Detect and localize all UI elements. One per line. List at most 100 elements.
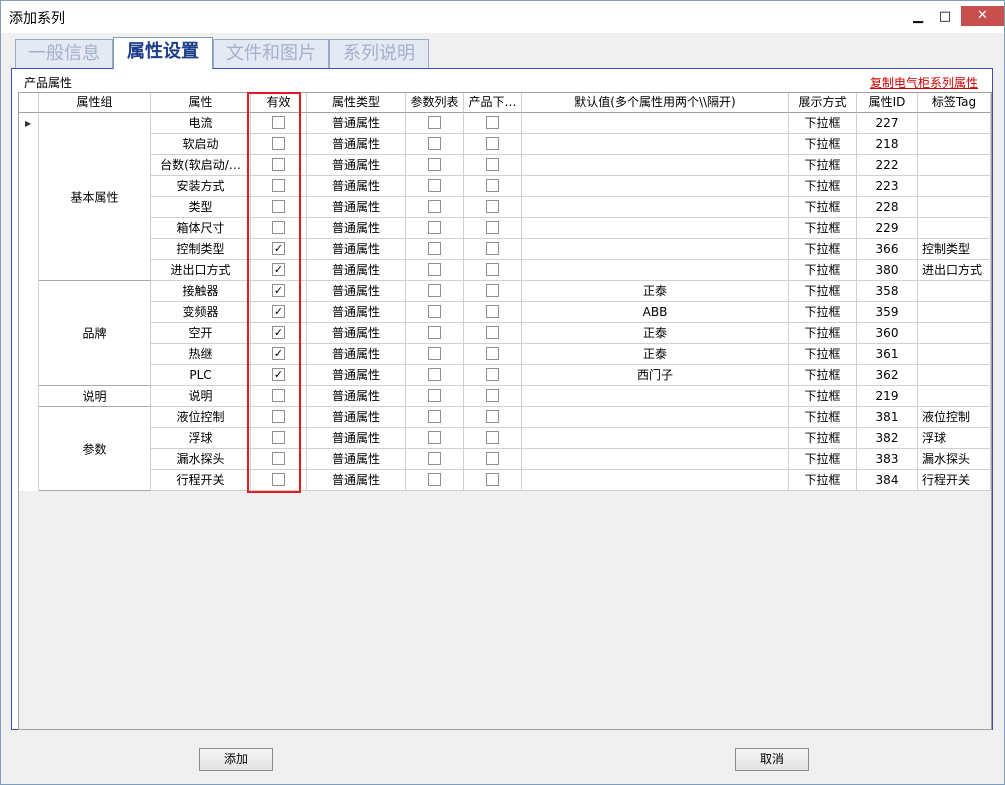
attribute-type-cell[interactable]: 普通属性 <box>307 449 406 470</box>
table-row[interactable]: 台数(软启动/…普通属性下拉框222 <box>19 155 991 176</box>
default-value-cell[interactable]: 正泰 <box>522 281 789 302</box>
default-value-cell[interactable]: 正泰 <box>522 344 789 365</box>
display-mode-cell[interactable]: 下拉框 <box>789 176 857 197</box>
tag-cell[interactable] <box>918 365 991 386</box>
attribute-id-cell[interactable]: 362 <box>857 365 918 386</box>
table-row[interactable]: 控制类型✓普通属性下拉框366控制类型 <box>19 239 991 260</box>
tag-cell[interactable] <box>918 302 991 323</box>
product-checkbox[interactable] <box>486 431 499 444</box>
tag-cell[interactable] <box>918 134 991 155</box>
header-attribute-type[interactable]: 属性类型 <box>307 93 406 113</box>
attribute-type-cell[interactable]: 普通属性 <box>307 239 406 260</box>
product-checkbox[interactable] <box>486 347 499 360</box>
attribute-id-cell[interactable]: 360 <box>857 323 918 344</box>
tag-cell[interactable]: 行程开关 <box>918 470 991 491</box>
product-checkbox[interactable] <box>486 116 499 129</box>
product-checkbox[interactable] <box>486 368 499 381</box>
param-list-checkbox[interactable] <box>428 263 441 276</box>
tab-series-description[interactable]: 系列说明 <box>329 39 429 68</box>
table-row[interactable]: 漏水探头普通属性下拉框383漏水探头 <box>19 449 991 470</box>
product-checkbox[interactable] <box>486 221 499 234</box>
table-row[interactable]: 行程开关普通属性下拉框384行程开关 <box>19 470 991 491</box>
product-checkbox[interactable] <box>486 137 499 150</box>
attribute-cell[interactable]: 热继 <box>151 344 251 365</box>
valid-checkbox[interactable]: ✓ <box>272 305 285 318</box>
attribute-id-cell[interactable]: 222 <box>857 155 918 176</box>
attribute-cell[interactable]: 台数(软启动/… <box>151 155 251 176</box>
attribute-id-cell[interactable]: 358 <box>857 281 918 302</box>
tag-cell[interactable] <box>918 344 991 365</box>
table-row[interactable]: 安装方式普通属性下拉框223 <box>19 176 991 197</box>
display-mode-cell[interactable]: 下拉框 <box>789 113 857 134</box>
product-checkbox[interactable] <box>486 305 499 318</box>
table-row[interactable]: 浮球普通属性下拉框382浮球 <box>19 428 991 449</box>
default-value-cell[interactable] <box>522 113 789 134</box>
valid-checkbox[interactable] <box>272 221 285 234</box>
display-mode-cell[interactable]: 下拉框 <box>789 260 857 281</box>
valid-checkbox[interactable]: ✓ <box>272 284 285 297</box>
display-mode-cell[interactable]: 下拉框 <box>789 428 857 449</box>
valid-checkbox[interactable] <box>272 473 285 486</box>
param-list-checkbox[interactable] <box>428 452 441 465</box>
attribute-type-cell[interactable]: 普通属性 <box>307 428 406 449</box>
attribute-type-cell[interactable]: 普通属性 <box>307 470 406 491</box>
param-list-checkbox[interactable] <box>428 389 441 402</box>
attribute-type-cell[interactable]: 普通属性 <box>307 344 406 365</box>
attribute-type-cell[interactable]: 普通属性 <box>307 113 406 134</box>
param-list-checkbox[interactable] <box>428 137 441 150</box>
attribute-type-cell[interactable]: 普通属性 <box>307 197 406 218</box>
header-product[interactable]: 产品下… <box>464 93 522 113</box>
param-list-checkbox[interactable] <box>428 179 441 192</box>
attribute-id-cell[interactable]: 359 <box>857 302 918 323</box>
attribute-cell[interactable]: 行程开关 <box>151 470 251 491</box>
display-mode-cell[interactable]: 下拉框 <box>789 302 857 323</box>
product-checkbox[interactable] <box>486 200 499 213</box>
display-mode-cell[interactable]: 下拉框 <box>789 239 857 260</box>
tag-cell[interactable] <box>918 323 991 344</box>
tab-attribute-settings[interactable]: 属性设置 <box>113 37 213 69</box>
param-list-checkbox[interactable] <box>428 200 441 213</box>
tag-cell[interactable]: 漏水探头 <box>918 449 991 470</box>
tag-cell[interactable] <box>918 281 991 302</box>
attribute-cell[interactable]: 说明 <box>151 386 251 407</box>
attribute-id-cell[interactable]: 383 <box>857 449 918 470</box>
default-value-cell[interactable] <box>522 428 789 449</box>
product-checkbox[interactable] <box>486 179 499 192</box>
product-checkbox[interactable] <box>486 389 499 402</box>
attribute-id-cell[interactable]: 381 <box>857 407 918 428</box>
param-list-checkbox[interactable] <box>428 284 441 297</box>
product-checkbox[interactable] <box>486 242 499 255</box>
tag-cell[interactable]: 进出口方式 <box>918 260 991 281</box>
header-attribute[interactable]: 属性 <box>151 93 251 113</box>
header-param-list[interactable]: 参数列表 <box>406 93 464 113</box>
default-value-cell[interactable] <box>522 449 789 470</box>
attribute-id-cell[interactable]: 382 <box>857 428 918 449</box>
valid-checkbox[interactable] <box>272 200 285 213</box>
table-row[interactable]: 类型普通属性下拉框228 <box>19 197 991 218</box>
display-mode-cell[interactable]: 下拉框 <box>789 155 857 176</box>
tag-cell[interactable] <box>918 218 991 239</box>
attribute-cell[interactable]: 接触器 <box>151 281 251 302</box>
display-mode-cell[interactable]: 下拉框 <box>789 449 857 470</box>
default-value-cell[interactable] <box>522 239 789 260</box>
default-value-cell[interactable] <box>522 386 789 407</box>
param-list-checkbox[interactable] <box>428 410 441 423</box>
default-value-cell[interactable] <box>522 197 789 218</box>
display-mode-cell[interactable]: 下拉框 <box>789 344 857 365</box>
table-row[interactable]: 变频器✓普通属性ABB下拉框359 <box>19 302 991 323</box>
tag-cell[interactable] <box>918 197 991 218</box>
add-button[interactable]: 添加 <box>199 748 273 771</box>
valid-checkbox[interactable]: ✓ <box>272 368 285 381</box>
close-button[interactable]: ✕ <box>961 6 1004 26</box>
tag-cell[interactable]: 浮球 <box>918 428 991 449</box>
valid-checkbox[interactable] <box>272 452 285 465</box>
attribute-cell[interactable]: 软启动 <box>151 134 251 155</box>
valid-checkbox[interactable] <box>272 389 285 402</box>
product-checkbox[interactable] <box>486 326 499 339</box>
tab-general-info[interactable]: 一般信息 <box>15 39 113 68</box>
attribute-id-cell[interactable]: 380 <box>857 260 918 281</box>
attribute-cell[interactable]: 类型 <box>151 197 251 218</box>
table-row[interactable]: 箱体尺寸普通属性下拉框229 <box>19 218 991 239</box>
attribute-id-cell[interactable]: 384 <box>857 470 918 491</box>
maximize-button[interactable]: □ <box>928 7 962 27</box>
